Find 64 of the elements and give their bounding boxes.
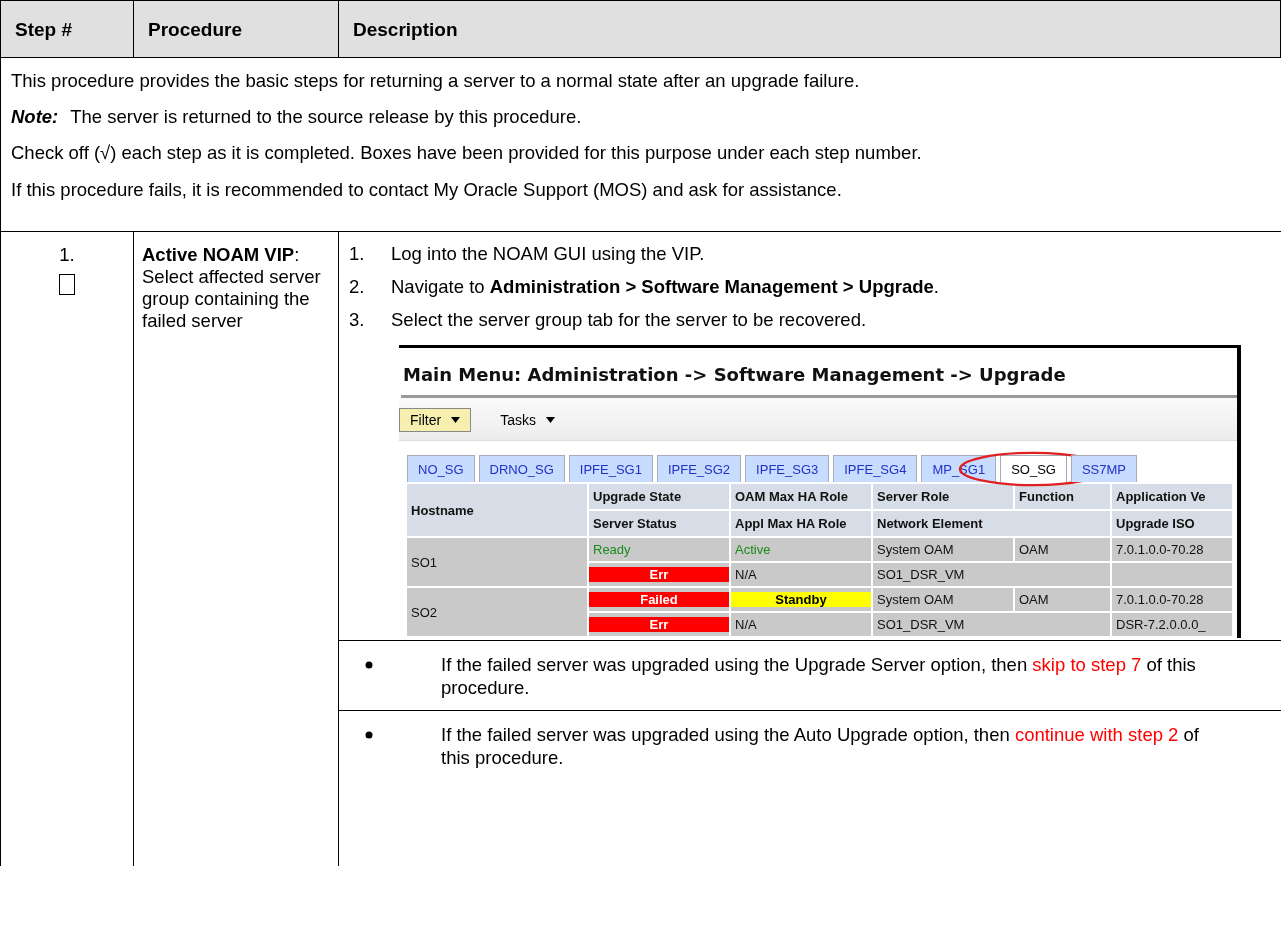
table-cell: 7.0.1.0.0-70.28	[1112, 538, 1232, 562]
table-cell: OAM	[1015, 538, 1110, 562]
tab[interactable]: IPFE_SG2	[656, 455, 742, 483]
paragraph: If this procedure fails, it is recommended to contact My Oracle Support (MOS) and ask for assistance.	[11, 178, 843, 201]
table-cell: System OAM	[873, 588, 1013, 612]
status-text: Err	[589, 567, 729, 583]
column-header: Description	[339, 1, 1281, 58]
tab[interactable]: IPFE_SG1	[568, 455, 653, 483]
column-header: Step #	[1, 1, 134, 58]
step-link[interactable]: continue with step 2	[1014, 723, 1179, 745]
table-cell: SO1_DSR_VM	[873, 563, 1110, 587]
substep-number: 3.	[349, 309, 366, 332]
table-cell: SO2	[407, 588, 587, 637]
substep-number: 1.	[349, 242, 366, 265]
status-text: Ready	[593, 542, 631, 558]
substep-text: Log into the NOAM GUI using the VIP.	[391, 242, 705, 265]
caret-icon	[451, 417, 461, 424]
column-header: Appl Max HA Role	[731, 511, 871, 537]
step-link[interactable]: skip to step 7	[1032, 654, 1142, 676]
table-cell: SO1_DSR_VM	[873, 613, 1110, 637]
status-text: Standby	[731, 592, 871, 608]
column-header: Upgrade ISO	[1112, 511, 1232, 537]
toolbar-button[interactable]: Filter	[399, 408, 472, 433]
tab[interactable]: IPFE_SG3	[745, 455, 830, 483]
substep-text: Navigate to Administration > Software Management > Upgrade.	[391, 275, 939, 299]
note-text: The server is returned to the source release by this procedure.	[70, 106, 582, 129]
table-cell: System OAM	[873, 538, 1013, 562]
table-cell: OAM	[1015, 588, 1110, 612]
status-text: Active	[735, 542, 771, 558]
column-header: Procedure	[134, 1, 339, 58]
tab[interactable]: SO_SG	[1000, 455, 1067, 483]
tab[interactable]: IPFE_SG4	[833, 455, 918, 483]
procedure-text: Active NOAM VIP: Select affected server group containing the failed server	[142, 243, 322, 333]
note-label: Note:	[11, 106, 59, 129]
substep-text: Select the server group tab for the server to be recovered.	[391, 309, 867, 332]
table-cell: DSR-7.2.0.0.0_	[1112, 613, 1232, 637]
status-text: N/A	[735, 567, 757, 583]
paragraph: Check off (√) each step as it is completed. Boxes have been provided for this purpose under each step number.	[11, 142, 923, 165]
tab[interactable]: DRNO_SG	[478, 455, 565, 483]
paragraph: This procedure provides the basic steps for returning a server to a normal state after an upgrade failure.	[11, 70, 861, 93]
bullet-icon	[365, 661, 373, 670]
column-header: Server Role	[873, 484, 1013, 510]
table-cell: 7.0.1.0.0-70.28	[1112, 588, 1232, 612]
status-text: Failed	[589, 592, 729, 608]
tab[interactable]: NO_SG	[407, 455, 475, 483]
tab[interactable]: SS7MP	[1070, 455, 1137, 483]
status-text: N/A	[735, 617, 757, 633]
column-header: Function	[1015, 484, 1110, 510]
caret-icon	[545, 417, 555, 424]
bullet-text: If the failed server was upgraded using the Upgrade Server option, then skip to step 7 of this procedure.	[441, 653, 1197, 700]
status-text: Err	[589, 617, 729, 633]
toolbar-button[interactable]: Tasks	[489, 408, 566, 433]
bullet-icon	[365, 730, 373, 739]
column-header: Server Status	[589, 511, 729, 537]
column-header: Network Element	[873, 511, 1110, 537]
bullet-text: If the failed server was upgraded using the Auto Upgrade option, then continue with step 2 of this procedure.	[441, 722, 1200, 769]
substep-number: 2.	[349, 275, 366, 299]
column-header: Application Ve	[1112, 484, 1232, 510]
column-header: OAM Max HA Role	[731, 484, 871, 510]
column-header: Hostname	[407, 484, 587, 537]
step-number: 1.	[59, 243, 75, 266]
step-checkbox[interactable]	[59, 273, 75, 295]
column-header: Upgrade State	[589, 484, 729, 510]
table-cell: SO1	[407, 538, 587, 587]
